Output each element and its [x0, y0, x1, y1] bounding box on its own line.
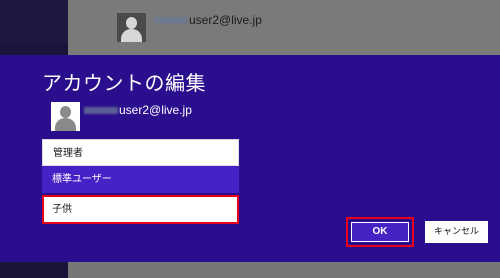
account-type-child[interactable]: 子供 — [42, 195, 239, 224]
blurred-username — [154, 17, 188, 25]
background-account-email: user2@live.jp — [154, 13, 262, 27]
background-avatar-icon — [117, 13, 146, 42]
background-bottom-strip — [68, 262, 500, 278]
background-corner — [0, 0, 68, 44]
dialog-title: アカウントの編集 — [42, 71, 206, 95]
user-email-text: user2@live.jp — [119, 103, 192, 117]
avatar-body-shape — [121, 29, 142, 42]
avatar-head-shape — [126, 17, 137, 29]
ok-button[interactable]: OK — [351, 222, 409, 242]
user-avatar-icon — [51, 102, 80, 131]
background-email-text: user2@live.jp — [189, 13, 262, 27]
ok-button-highlight: OK — [346, 217, 414, 247]
dialog-user-email: user2@live.jp — [84, 103, 192, 117]
avatar-body-shape — [55, 118, 76, 131]
cancel-button[interactable]: キャンセル — [425, 221, 488, 243]
blurred-username — [84, 107, 118, 115]
account-type-administrator[interactable]: 管理者 — [42, 139, 239, 166]
avatar-head-shape — [60, 106, 71, 118]
account-type-standard-user[interactable]: 標準ユーザー — [42, 166, 239, 193]
account-type-list[interactable]: 管理者 標準ユーザー 子供 — [42, 139, 239, 224]
